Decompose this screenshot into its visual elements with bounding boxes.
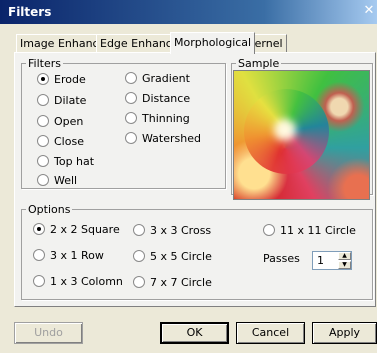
radio-dilate[interactable]: Dilate <box>37 93 86 109</box>
radio-label: Gradient <box>142 72 190 85</box>
radio-well[interactable]: Well <box>37 173 77 189</box>
radio-button-icon <box>33 223 45 235</box>
radio-button-icon <box>125 72 137 84</box>
radio-label: 1 x 3 Colomn <box>50 275 123 288</box>
radio-open[interactable]: Open <box>37 114 83 130</box>
radio-button-icon <box>133 250 145 262</box>
radio-button-icon <box>37 94 49 106</box>
cancel-button[interactable]: Cancel <box>236 322 305 344</box>
radio-3x1-row[interactable]: 3 x 1 Row <box>33 248 104 264</box>
radio-label: 11 x 11 Circle <box>280 224 356 237</box>
passes-value[interactable]: 1 <box>317 254 324 267</box>
radio-erode[interactable]: Erode <box>37 72 86 88</box>
radio-label: 7 x 7 Circle <box>150 276 212 289</box>
radio-button-icon <box>37 115 49 127</box>
spin-up-icon[interactable]: ▲ <box>338 252 351 260</box>
filters-dialog: Filters ✕ Image Enhance Edge Enhance Mor… <box>0 0 377 353</box>
radio-label: Dilate <box>54 94 87 107</box>
radio-label: Erode <box>54 73 86 86</box>
sample-image-container <box>227 65 377 201</box>
radio-label: Thinning <box>142 112 190 125</box>
radio-top-hat[interactable]: Top hat <box>37 154 94 170</box>
radio-watershed[interactable]: Watershed <box>125 131 201 147</box>
radio-close[interactable]: Close <box>37 134 84 150</box>
passes-label: Passes <box>263 252 300 265</box>
radio-button-icon <box>33 249 45 261</box>
radio-label: Well <box>54 174 78 187</box>
spin-down-icon[interactable]: ▼ <box>338 261 351 269</box>
radio-button-icon <box>263 224 275 236</box>
radio-11x11-circle[interactable]: 11 x 11 Circle <box>263 223 356 239</box>
radio-button-icon <box>125 112 137 124</box>
options-legend: Options <box>28 203 71 216</box>
radio-7x7-circle[interactable]: 7 x 7 Circle <box>133 275 212 291</box>
filters-legend: Filters <box>28 57 61 70</box>
tab-panel-morphological: Filters Erode Dilate Open Close Top hat … <box>14 52 376 307</box>
radio-gradient[interactable]: Gradient <box>125 71 190 87</box>
radio-label: Open <box>54 115 84 128</box>
radio-label: Close <box>54 135 84 148</box>
radio-label: Distance <box>142 92 191 105</box>
radio-button-icon <box>125 132 137 144</box>
spinner-buttons: ▲ ▼ <box>338 252 351 269</box>
radio-3x3-cross[interactable]: 3 x 3 Cross <box>133 223 211 239</box>
radio-button-icon <box>33 275 45 287</box>
radio-label: 3 x 3 Cross <box>150 224 212 237</box>
radio-1x3-column[interactable]: 1 x 3 Colomn <box>33 274 123 290</box>
radio-label: 2 x 2 Square <box>50 223 120 236</box>
radio-label: Watershed <box>142 132 201 145</box>
radio-button-icon <box>133 224 145 236</box>
sample-image-center <box>274 119 296 141</box>
ok-button[interactable]: OK <box>160 322 229 344</box>
radio-label: 5 x 5 Circle <box>150 250 212 263</box>
radio-label: 3 x 1 Row <box>50 249 104 262</box>
radio-label: Top hat <box>54 155 95 168</box>
radio-distance[interactable]: Distance <box>125 91 190 107</box>
title-bar[interactable]: Filters ✕ <box>0 0 377 24</box>
radio-thinning[interactable]: Thinning <box>125 111 190 127</box>
radio-button-icon <box>37 155 49 167</box>
passes-spinner[interactable]: 1 ▲ ▼ <box>312 251 352 270</box>
window-title: Filters <box>8 5 52 19</box>
sample-preview-image <box>233 70 370 200</box>
radio-button-icon <box>125 92 137 104</box>
apply-button[interactable]: Apply <box>312 322 377 344</box>
radio-5x5-circle[interactable]: 5 x 5 Circle <box>133 249 212 265</box>
tab-morphological[interactable]: Morphological <box>170 32 256 54</box>
radio-button-icon <box>37 174 49 186</box>
radio-button-icon <box>37 135 49 147</box>
radio-2x2-square[interactable]: 2 x 2 Square <box>33 222 120 238</box>
radio-button-icon <box>133 276 145 288</box>
undo-button[interactable]: Undo <box>14 322 83 344</box>
close-icon[interactable]: ✕ <box>361 3 377 19</box>
radio-button-icon <box>37 73 49 85</box>
